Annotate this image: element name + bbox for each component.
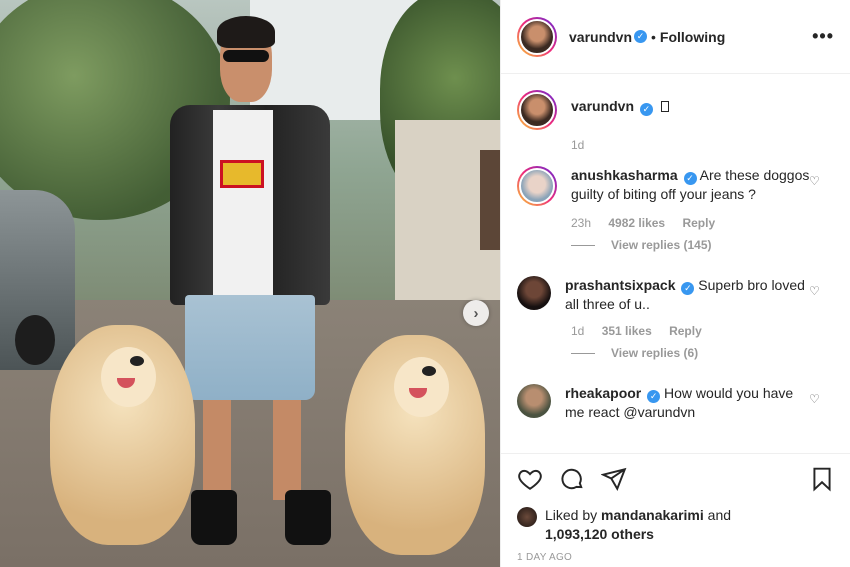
view-replies-button[interactable]: View replies (6)	[571, 346, 835, 360]
reply-button[interactable]: Reply	[669, 324, 702, 338]
replies-divider	[571, 244, 595, 246]
likes-count[interactable]: 1,093,120 others	[545, 526, 654, 542]
bookmark-icon[interactable]	[809, 466, 835, 492]
caption-avatar[interactable]	[517, 90, 557, 130]
like-comment-heart-icon[interactable]: ♡	[809, 174, 821, 188]
like-comment-heart-icon[interactable]: ♡	[809, 392, 821, 406]
replies-divider	[571, 352, 595, 354]
share-icon[interactable]	[601, 466, 627, 492]
caption: varundvn ✓	[517, 90, 835, 130]
heart-icon[interactable]	[517, 466, 543, 492]
next-image-button[interactable]: ›	[463, 300, 489, 326]
comment-age: 1d	[571, 324, 585, 338]
comment-item: rheakapoor ✓ How would you have me react…	[517, 384, 835, 422]
comment-likes[interactable]: 4982 likes	[608, 216, 665, 230]
comment-username[interactable]: rheakapoor	[565, 385, 641, 401]
verified-icon: ✓	[681, 282, 695, 295]
comment-meta: 1d 351 likes Reply	[571, 324, 835, 338]
view-replies-label: View replies (145)	[611, 238, 712, 252]
view-replies-button[interactable]: View replies (145)	[571, 238, 835, 252]
post-actions-area: Liked by mandanakarimi and 1,093,120 oth…	[501, 453, 850, 567]
liked-by-and: and	[707, 507, 732, 523]
liker-avatar[interactable]	[517, 507, 537, 527]
photo-man	[170, 16, 331, 545]
comment-username[interactable]: prashantsixpack	[565, 277, 676, 293]
post-timestamp[interactable]: 1 DAY AGO	[517, 552, 835, 563]
verified-icon: ✓	[634, 30, 648, 43]
comment-item: prashantsixpack ✓ Superb bro loved all t…	[517, 276, 835, 314]
comments-list[interactable]: varundvn ✓ 1d anushkasharma ✓ Are these …	[501, 74, 850, 454]
commenter-avatar[interactable]	[517, 276, 551, 310]
comment-likes[interactable]: 351 likes	[602, 324, 652, 338]
view-replies-label: View replies (6)	[611, 346, 699, 360]
photo-car	[0, 190, 75, 370]
verified-icon: ✓	[683, 172, 697, 185]
likes-summary: Liked by mandanakarimi and 1,093,120 oth…	[517, 506, 835, 544]
verified-icon: ✓	[639, 103, 653, 116]
verified-icon: ✓	[647, 390, 661, 403]
more-options-icon[interactable]: •••	[812, 26, 834, 47]
post-panel: varundvn ✓ • Following ••• varundvn ✓ 1d…	[500, 0, 850, 567]
comment-icon[interactable]	[559, 466, 585, 492]
emoji-placeholder-icon	[660, 101, 669, 112]
photo-dog-right	[345, 335, 485, 555]
liker-username[interactable]: mandanakarimi	[601, 507, 704, 523]
like-comment-heart-icon[interactable]: ♡	[809, 284, 821, 298]
commenter-avatar[interactable]	[517, 384, 551, 418]
comment-meta: 23h 4982 likes Reply	[571, 216, 835, 230]
following-button[interactable]: Following	[660, 29, 725, 45]
caption-age: 1d	[571, 138, 585, 152]
commenter-avatar[interactable]	[517, 166, 557, 206]
post-photo[interactable]: ›	[0, 0, 500, 567]
caption-username[interactable]: varundvn	[571, 98, 634, 114]
author-username[interactable]: varundvn	[569, 29, 632, 45]
separator-dot: •	[651, 28, 656, 45]
comment-username[interactable]: anushkasharma	[571, 167, 678, 183]
comment-item: anushkasharma ✓ Are these doggos guilty …	[517, 166, 835, 206]
action-bar	[517, 464, 835, 494]
author-avatar[interactable]	[517, 16, 557, 57]
comment-age: 23h	[571, 216, 592, 230]
liked-by-prefix: Liked by	[545, 507, 598, 523]
reply-button[interactable]: Reply	[682, 216, 715, 230]
chevron-right-icon: ›	[473, 304, 479, 322]
photo-dog-left	[50, 325, 195, 545]
post-header: varundvn ✓ • Following •••	[501, 0, 850, 74]
